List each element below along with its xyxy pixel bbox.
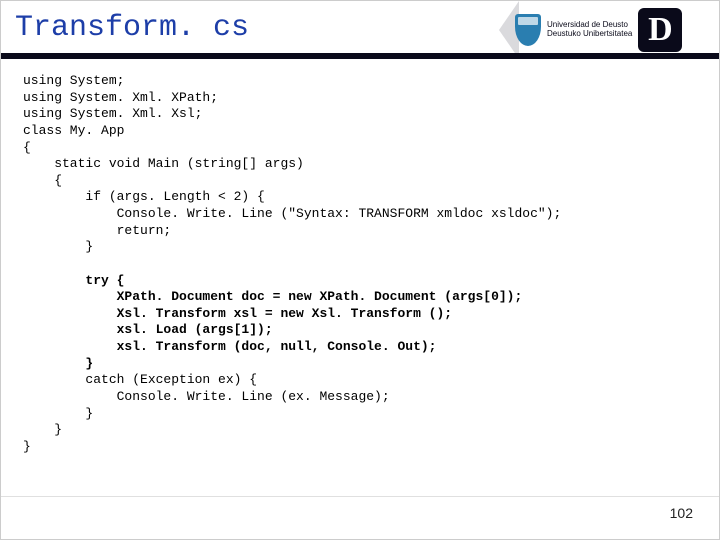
code-line: using System; xyxy=(23,73,124,88)
code-line: static void Main (string[] args) xyxy=(23,156,304,171)
footer-divider xyxy=(1,496,719,497)
code-line: using System. Xml. XPath; xyxy=(23,90,218,105)
university-logo: Universidad de Deusto Deustuko Unibertsi… xyxy=(515,5,705,55)
code-block: using System; using System. Xml. XPath; … xyxy=(1,59,719,455)
code-line: } xyxy=(23,406,93,421)
code-line-bold: xsl. Transform (doc, null, Console. Out)… xyxy=(23,339,436,354)
university-name: Universidad de Deusto Deustuko Unibertsi… xyxy=(547,21,632,39)
page-number: 102 xyxy=(670,505,693,521)
shield-icon xyxy=(515,14,541,46)
code-line-bold: xsl. Load (args[1]); xyxy=(23,322,273,337)
code-line: Console. Write. Line (ex. Message); xyxy=(23,389,390,404)
code-line-bold: XPath. Document doc = new XPath. Documen… xyxy=(23,289,522,304)
code-line: } xyxy=(23,239,93,254)
slide: Transform. cs Universidad de Deusto Deus… xyxy=(0,0,720,540)
code-line: { xyxy=(23,140,31,155)
code-line: return; xyxy=(23,223,171,238)
code-line-bold: Xsl. Transform xsl = new Xsl. Transform … xyxy=(23,306,452,321)
code-line: class My. App xyxy=(23,123,124,138)
code-line-bold: } xyxy=(23,356,93,371)
code-line-bold: try { xyxy=(23,273,124,288)
code-line: } xyxy=(23,439,31,454)
code-line: { xyxy=(23,173,62,188)
code-line: } xyxy=(23,422,62,437)
header-underline xyxy=(1,53,719,59)
code-line: Console. Write. Line ("Syntax: TRANSFORM… xyxy=(23,206,561,221)
logo-letter: D xyxy=(638,8,682,52)
code-line: using System. Xml. Xsl; xyxy=(23,106,202,121)
code-line: catch (Exception ex) { xyxy=(23,372,257,387)
code-line: if (args. Length < 2) { xyxy=(23,189,265,204)
slide-header: Transform. cs Universidad de Deusto Deus… xyxy=(1,1,719,59)
university-line2: Deustuko Unibertsitatea xyxy=(547,30,632,39)
